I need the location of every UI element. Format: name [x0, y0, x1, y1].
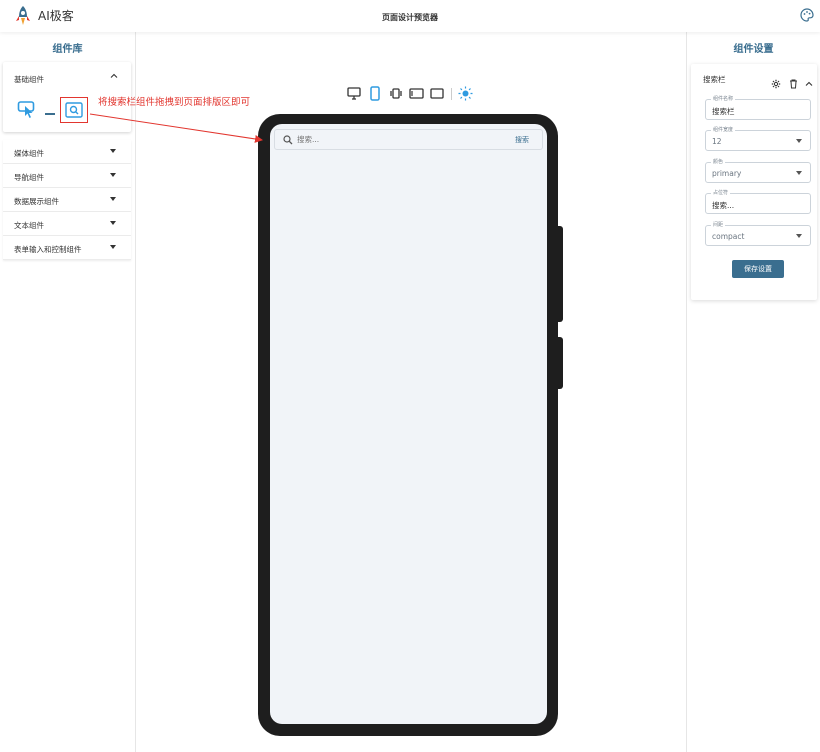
field-label: 颜色 [711, 158, 726, 165]
field-value: compact [712, 232, 745, 241]
chevron-up-icon[interactable] [110, 72, 118, 80]
caret-down-icon [796, 171, 802, 175]
category-navigation[interactable]: 导航组件 [3, 164, 131, 188]
category-data-display[interactable]: 数据展示组件 [3, 188, 131, 212]
category-text[interactable]: 文本组件 [3, 212, 131, 236]
component-width-select[interactable]: 组件宽度 12 [705, 126, 811, 151]
caret-down-icon [110, 197, 116, 201]
phone-side-button [555, 337, 563, 389]
category-form-input[interactable]: 表单输入和控制组件 [3, 236, 131, 260]
category-label: 导航组件 [14, 173, 44, 182]
field-value: 搜索... [712, 201, 735, 210]
category-list: 媒体组件 导航组件 数据展示组件 文本组件 表单输入和控制组件 [3, 140, 131, 260]
field-label: 占位符 [711, 189, 731, 196]
preview-search-bar[interactable]: 搜索 [274, 129, 543, 150]
field-label: 组件名称 [711, 95, 736, 102]
mobile-vibrate-icon[interactable] [389, 88, 403, 99]
desktop-icon[interactable] [347, 87, 361, 100]
app-header: AI极客 页面设计预览器 [0, 0, 820, 32]
field-value: 搜索栏 [712, 107, 735, 116]
caret-down-icon [110, 173, 116, 177]
field-label: 间距 [711, 221, 726, 228]
save-settings-button[interactable]: 保存设置 [732, 260, 784, 278]
instruction-annotation: 将搜索栏组件拖拽到页面排版区即可 [98, 97, 251, 108]
field-value: primary [712, 169, 742, 178]
search-icon [283, 135, 293, 145]
component-library-heading: 组件库 [52, 44, 83, 55]
phone-screen[interactable]: 搜索 [270, 124, 547, 724]
caret-down-icon [796, 139, 802, 143]
category-media[interactable]: 媒体组件 [3, 140, 131, 164]
caret-down-icon [110, 149, 116, 153]
category-label: 媒体组件 [14, 149, 44, 158]
toolbar-divider [451, 88, 452, 100]
page-title: 页面设计预览器 [382, 13, 438, 22]
field-value: 12 [712, 137, 722, 146]
chevron-up-icon[interactable] [805, 80, 813, 88]
caret-down-icon [110, 245, 116, 249]
divider-dash [45, 113, 55, 115]
button-component-icon[interactable] [17, 100, 37, 120]
settings-card-title: 搜索栏 [703, 75, 726, 84]
placeholder-field[interactable]: 占位符 搜索... [705, 189, 811, 214]
spacing-select[interactable]: 间距 compact [705, 221, 811, 246]
basic-components-title[interactable]: 基础组件 [14, 74, 44, 85]
preview-search-input[interactable] [297, 135, 447, 144]
settings-card: 搜索栏 组件名称 搜索栏 组件宽度 12 颜色 primary 占位符 搜索..… [691, 64, 817, 300]
tablet-landscape-icon[interactable] [409, 88, 424, 99]
gear-icon[interactable] [771, 79, 781, 89]
sun-icon[interactable] [458, 86, 473, 101]
palette-icon[interactable] [800, 8, 814, 22]
card-actions [771, 73, 813, 92]
color-select[interactable]: 颜色 primary [705, 158, 811, 183]
mobile-icon[interactable] [370, 86, 380, 101]
component-settings-panel: 组件设置 搜索栏 组件名称 搜索栏 组件宽度 12 颜色 primary 占位符… [686, 32, 820, 752]
component-settings-heading: 组件设置 [733, 44, 774, 55]
caret-down-icon [796, 234, 802, 238]
field-label: 组件宽度 [711, 126, 736, 133]
caret-down-icon [110, 221, 116, 225]
component-name-field[interactable]: 组件名称 搜索栏 [705, 95, 811, 120]
category-label: 文本组件 [14, 221, 44, 230]
laptop-icon[interactable] [430, 88, 444, 99]
component-library-panel: 组件库 基础组件 媒体组件 导航组件 数据展示组件 文本组件 表单输入和控制组件 [0, 32, 136, 752]
phone-side-button [555, 226, 563, 322]
trash-icon[interactable] [789, 79, 798, 89]
category-label: 数据展示组件 [14, 197, 59, 206]
highlight-box [60, 97, 88, 123]
preview-search-button[interactable]: 搜索 [515, 135, 529, 145]
category-label: 表单输入和控制组件 [14, 245, 82, 254]
